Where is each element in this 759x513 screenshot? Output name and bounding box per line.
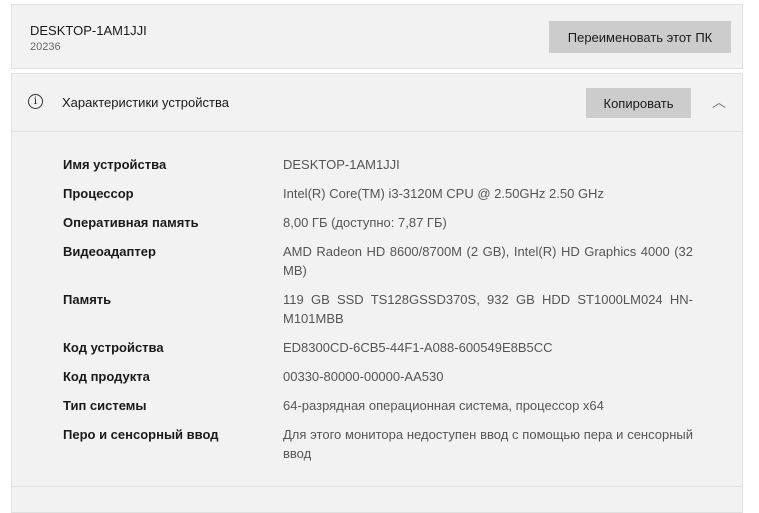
device-specs-title: Характеристики устройства <box>62 95 229 110</box>
spec-label: Имя устройства <box>63 157 167 172</box>
spec-label: Код устройства <box>63 340 164 355</box>
spec-row: Имя устройства DESKTOP-1AM1JJI <box>63 155 693 174</box>
device-specs-card: i Характеристики устройства Копировать ︿… <box>11 73 743 513</box>
pc-name-card: DESKTOP-1AM1JJI 20236 Переименовать этот… <box>11 4 743 69</box>
spec-row: Оперативная память 8,00 ГБ (доступно: 7,8… <box>63 213 693 232</box>
spec-row: Тип системы 64-разрядная операционная сис… <box>63 396 693 415</box>
spec-label: Перо и сенсорный ввод <box>63 427 219 442</box>
spec-value: 00330-80000-00000-AA530 <box>283 369 444 384</box>
pc-subtitle: 20236 <box>30 41 61 53</box>
copy-button[interactable]: Копировать <box>586 88 691 118</box>
spec-row: Память 119 GB SSD TS128GSSD370S, 932 GB H… <box>63 290 693 328</box>
spec-label: Код продукта <box>63 369 150 384</box>
spec-value: 8,00 ГБ (доступно: 7,87 ГБ) <box>283 215 447 230</box>
spec-value: ED8300CD-6CB5-44F1-A088-600549E8B5CC <box>283 340 553 355</box>
spec-label: Память <box>63 292 112 307</box>
spec-label: Видеоадаптер <box>63 244 156 259</box>
spec-label: Тип системы <box>63 398 147 413</box>
spec-label: Оперативная память <box>63 215 199 230</box>
spec-value: Intel(R) Core(TM) i3-3120M CPU @ 2.50GHz… <box>283 186 604 201</box>
spec-value: 119 GB SSD TS128GSSD370S, 932 GB HDD ST1… <box>283 292 693 326</box>
info-icon: i <box>28 94 43 109</box>
spec-row: Видеоадаптер AMD Radeon HD 8600/8700M (2 … <box>63 242 693 280</box>
spec-value: DESKTOP-1AM1JJI <box>283 157 400 172</box>
spec-row: Перо и сенсорный ввод Для этого монитора … <box>63 425 693 463</box>
pc-name: DESKTOP-1AM1JJI <box>30 23 147 38</box>
device-specs-header[interactable]: i Характеристики устройства Копировать ︿ <box>12 74 742 132</box>
spec-row: Код устройства ED8300CD-6CB5-44F1-A088-60… <box>63 338 693 357</box>
specs-list: Имя устройства DESKTOP-1AM1JJI Процессор In… <box>63 155 693 473</box>
divider <box>12 486 742 487</box>
chevron-up-icon[interactable]: ︿ <box>712 92 726 112</box>
spec-label: Процессор <box>63 186 134 201</box>
spec-value: 64-разрядная операционная система, проце… <box>283 398 604 413</box>
spec-value: AMD Radeon HD 8600/8700M (2 GB), Intel(R… <box>283 244 693 278</box>
spec-row: Код продукта 00330-80000-00000-AA530 <box>63 367 693 386</box>
rename-pc-button[interactable]: Переименовать этот ПК <box>549 21 731 53</box>
spec-value: Для этого монитора недоступен ввод с пом… <box>283 427 693 461</box>
spec-row: Процессор Intel(R) Core(TM) i3-3120M CPU … <box>63 184 693 203</box>
